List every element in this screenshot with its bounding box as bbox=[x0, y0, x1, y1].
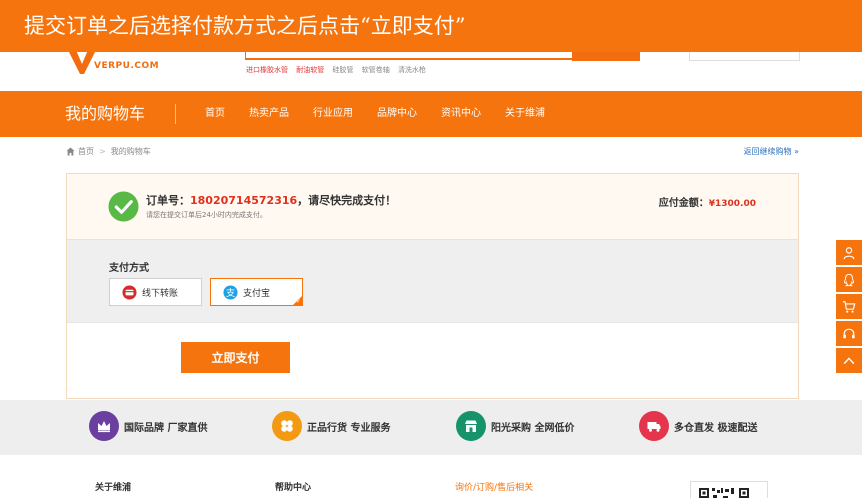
nav-divider bbox=[175, 104, 176, 124]
order-number-line: 订单号：18020714572316，请尽快完成支付！ bbox=[146, 192, 396, 208]
amount-value: ¥1300.00 bbox=[708, 199, 756, 209]
pay-now-button[interactable]: 立即支付 bbox=[181, 342, 290, 373]
hotword-link[interactable]: 耐油软管 bbox=[296, 66, 324, 74]
nav-item-about[interactable]: 关于维浦 bbox=[505, 91, 545, 137]
nav-item-industry[interactable]: 行业应用 bbox=[313, 91, 353, 137]
chevron-right-icon: > bbox=[99, 147, 106, 156]
payment-method-section: 支付方式 线下转账 支 支付宝 ✓ bbox=[67, 240, 798, 323]
alipay-icon: 支 bbox=[223, 284, 238, 300]
checkmark-icon: ✓ bbox=[295, 298, 301, 305]
feature-item: 多仓直发 极速配送 bbox=[639, 411, 757, 441]
floating-sidebar bbox=[836, 240, 862, 375]
feature-item: 阳光采购 全网低价 bbox=[456, 411, 574, 441]
feature-item: 国际品牌 厂家直供 bbox=[89, 411, 207, 441]
feature-text: 正品行货 专业服务 bbox=[307, 422, 391, 434]
breadcrumb-current: 我的购物车 bbox=[110, 147, 151, 156]
amount-label: 应付金额： bbox=[658, 198, 709, 209]
qq-chat-icon[interactable] bbox=[836, 267, 862, 292]
back-to-top-icon[interactable] bbox=[836, 348, 862, 373]
service-features: 国际品牌 厂家直供 正品行货 专业服务 阳光采购 全网低价 多仓直发 极速配送 bbox=[0, 400, 862, 455]
logo-text: VERPU.COM bbox=[94, 61, 160, 71]
feature-text: 阳光采购 全网低价 bbox=[491, 422, 575, 434]
nav-item-brands[interactable]: 品牌中心 bbox=[377, 91, 417, 137]
clover-icon bbox=[272, 411, 302, 441]
shop-icon bbox=[456, 411, 486, 441]
pay-option-alipay[interactable]: 支 支付宝 ✓ bbox=[210, 278, 303, 306]
site-logo[interactable]: VERPU.COM bbox=[66, 50, 186, 80]
site-footer: 关于维浦 帮助中心 询价/订购/售后相关 bbox=[0, 455, 862, 498]
crown-icon bbox=[89, 411, 119, 441]
bank-card-icon bbox=[122, 284, 137, 300]
header-cart-box[interactable] bbox=[689, 52, 800, 61]
page: 提交订单之后选择付款方式之后点击“立即支付” VERPU.COM 进口橡胶水管 … bbox=[0, 0, 862, 498]
truck-icon bbox=[639, 411, 669, 441]
order-deadline-note: 请您在提交订单后24小时内完成支付。 bbox=[146, 211, 267, 219]
hotword-link[interactable]: 清洗水枪 bbox=[398, 66, 426, 74]
nav-item-home[interactable]: 首页 bbox=[205, 91, 225, 137]
hotword-link[interactable]: 进口橡胶水管 bbox=[246, 66, 288, 74]
page-title: 我的购物车 bbox=[65, 104, 146, 123]
feature-text: 国际品牌 厂家直供 bbox=[124, 422, 208, 434]
payment-method-label: 支付方式 bbox=[109, 263, 149, 274]
success-check-icon bbox=[108, 191, 139, 222]
home-icon bbox=[66, 147, 75, 156]
pay-option-label: 支付宝 bbox=[243, 288, 271, 299]
headset-icon[interactable] bbox=[836, 321, 862, 346]
continue-shopping-link[interactable]: 返回继续购物 » bbox=[744, 146, 799, 157]
order-summary: 订单号：18020714572316，请尽快完成支付！ 请您在提交订单后24小时… bbox=[67, 174, 798, 240]
order-number-label: 订单号： bbox=[146, 194, 190, 207]
search-button[interactable] bbox=[572, 52, 640, 61]
feature-item: 正品行货 专业服务 bbox=[272, 411, 390, 441]
instruction-banner: 提交订单之后选择付款方式之后点击“立即支付” bbox=[0, 0, 862, 52]
svg-text:支: 支 bbox=[226, 286, 236, 298]
hotword-link[interactable]: 软管卷轴 bbox=[362, 66, 390, 74]
hot-search-words: 进口橡胶水管 耐油软管 硅胶管 软管卷轴 清洗水枪 bbox=[246, 65, 432, 75]
qr-code-icon bbox=[699, 488, 749, 498]
amount-due: 应付金额：¥1300.00 bbox=[659, 194, 756, 209]
order-number: 18020714572316 bbox=[190, 194, 298, 207]
hotword-link[interactable]: 硅胶管 bbox=[332, 66, 353, 74]
pay-option-offline-transfer[interactable]: 线下转账 bbox=[109, 278, 202, 306]
breadcrumb-home[interactable]: 首页 bbox=[78, 146, 94, 157]
user-icon[interactable] bbox=[836, 240, 862, 265]
main-nav: 我的购物车 首页 热卖产品 行业应用 品牌中心 资讯中心 关于维浦 bbox=[0, 91, 862, 137]
footer-col-help[interactable]: 帮助中心 bbox=[275, 480, 311, 493]
feature-text: 多仓直发 极速配送 bbox=[674, 422, 758, 434]
footer-col-inquiry[interactable]: 询价/订购/售后相关 bbox=[455, 480, 533, 493]
footer-col-about[interactable]: 关于维浦 bbox=[95, 480, 131, 493]
breadcrumb: 首页 > 我的购物车 bbox=[66, 146, 151, 157]
order-notice: ，请尽快完成支付！ bbox=[297, 194, 397, 207]
nav-item-hot-products[interactable]: 热卖产品 bbox=[249, 91, 289, 137]
pay-option-label: 线下转账 bbox=[142, 288, 179, 299]
nav-item-news[interactable]: 资讯中心 bbox=[441, 91, 481, 137]
cart-icon[interactable] bbox=[836, 294, 862, 319]
order-panel: 订单号：18020714572316，请尽快完成支付！ 请您在提交订单后24小时… bbox=[66, 173, 799, 399]
nav-menu: 首页 热卖产品 行业应用 品牌中心 资讯中心 关于维浦 bbox=[205, 91, 569, 137]
qr-code bbox=[690, 481, 768, 498]
